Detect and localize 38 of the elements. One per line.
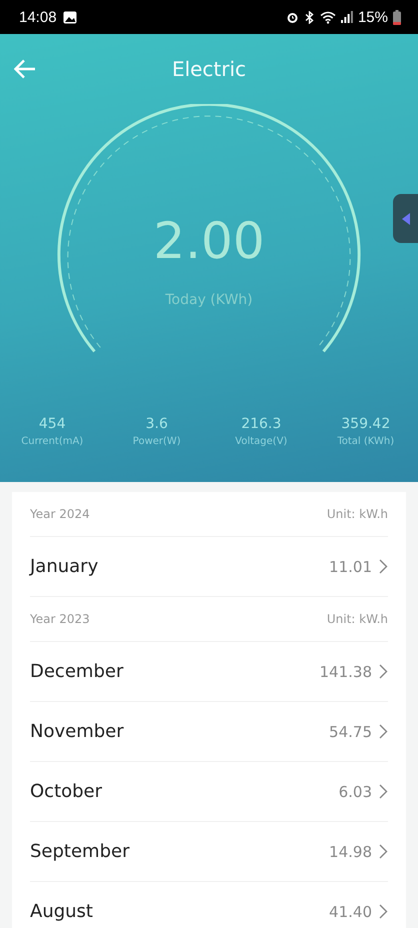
month-row[interactable]: December 141.38 bbox=[30, 642, 388, 702]
screen-title: Electric bbox=[172, 57, 246, 81]
status-time: 14:08 bbox=[19, 8, 57, 26]
alarm-icon bbox=[286, 10, 299, 24]
chevron-right-icon bbox=[379, 844, 388, 859]
unit-label: Unit: kW.h bbox=[326, 507, 388, 521]
chevron-right-icon bbox=[379, 904, 388, 919]
signal-icon bbox=[340, 11, 353, 23]
year-heading: Year 2024 bbox=[30, 507, 90, 521]
side-drawer-handle[interactable] bbox=[393, 194, 418, 243]
stat-label: Voltage(V) bbox=[235, 436, 288, 447]
gallery-icon bbox=[62, 10, 77, 24]
stat-value: 454 bbox=[38, 416, 66, 432]
stat-value: 359.42 bbox=[341, 416, 390, 432]
year-heading: Year 2023 bbox=[30, 612, 90, 626]
month-row[interactable]: January 11.01 bbox=[30, 537, 388, 597]
chevron-right-icon bbox=[379, 724, 388, 739]
battery-percent: 15% bbox=[358, 8, 388, 26]
left-triangle-icon bbox=[402, 212, 410, 224]
stat-label: Total (KWh) bbox=[337, 436, 394, 447]
unit-label: Unit: kW.h bbox=[326, 612, 388, 626]
month-row[interactable]: October 6.03 bbox=[30, 762, 388, 822]
gauge-value: 2.00 bbox=[153, 212, 265, 270]
month-row[interactable]: November 54.75 bbox=[30, 702, 388, 762]
stat-value: 216.3 bbox=[241, 416, 282, 432]
stat-value: 3.6 bbox=[146, 416, 168, 432]
back-arrow-icon[interactable] bbox=[14, 59, 36, 79]
chevron-right-icon bbox=[379, 784, 388, 799]
wifi-icon bbox=[320, 10, 336, 24]
month-row[interactable]: September 14.98 bbox=[30, 822, 388, 882]
stat-label: Power(W) bbox=[132, 436, 181, 447]
battery-icon bbox=[393, 10, 401, 24]
stat-label: Current(mA) bbox=[21, 436, 84, 447]
chevron-right-icon bbox=[379, 664, 388, 679]
chevron-right-icon bbox=[379, 559, 388, 574]
bluetooth-icon bbox=[304, 10, 315, 24]
gauge-label: Today (KWh) bbox=[165, 292, 253, 308]
month-row[interactable]: August 41.40 bbox=[30, 882, 388, 928]
